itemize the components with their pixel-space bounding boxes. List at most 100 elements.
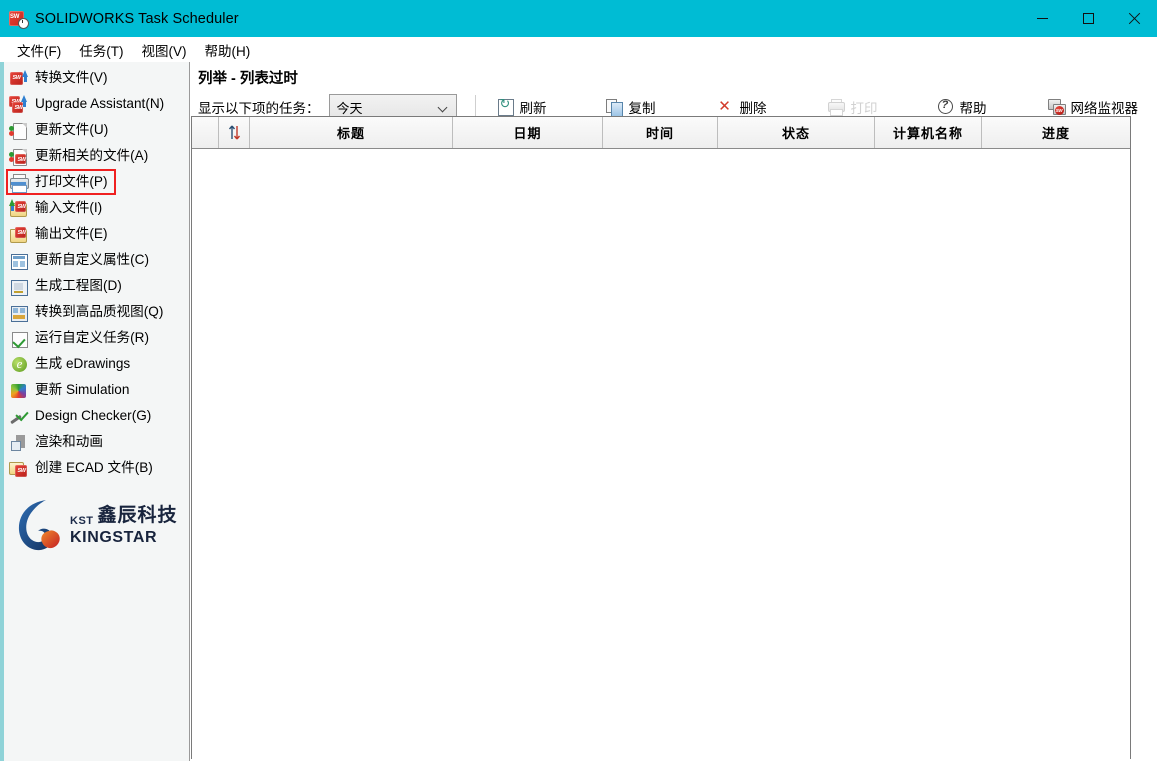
logo-abbrev: KST (70, 515, 94, 527)
col-sort[interactable] (219, 117, 250, 148)
menu-bar: 文件(F) 任务(T) 视图(V) 帮助(H) (0, 37, 1157, 62)
sidebar-item-create-drawings[interactable]: 生成工程图(D) (4, 273, 189, 299)
col-select[interactable] (192, 117, 219, 148)
sidebar-item-update-simulation[interactable]: 更新 Simulation (4, 377, 189, 403)
sidebar-label: 更新相关的文件(A) (35, 149, 148, 163)
table-header-row: 标题 日期 时间 状态 计算机名称 进度 (192, 117, 1130, 149)
filter-value: 今天 (337, 98, 363, 117)
window-controls (1019, 0, 1157, 37)
sidebar-label: 更新自定义属性(C) (35, 253, 149, 267)
sidebar-item-convert-high-quality-view[interactable]: 转换到高品质视图(Q) (4, 299, 189, 325)
copy-label: 复制 (629, 97, 656, 117)
help-question-icon (936, 98, 954, 116)
sidebar-label: 渲染和动画 (35, 435, 103, 449)
sidebar-item-convert-files[interactable]: 转换文件(V) (4, 65, 189, 91)
update-related-files-icon (9, 147, 28, 166)
logo-name-en: KINGSTAR (70, 529, 178, 547)
update-simulation-icon (9, 381, 28, 400)
create-ecad-files-icon (9, 459, 28, 478)
maximize-button[interactable] (1065, 0, 1111, 37)
maximize-icon (1083, 13, 1094, 24)
sidebar-list: 转换文件(V) Upgrade Assistant(N) 更新文件(U) (4, 62, 189, 481)
design-checker-icon (9, 407, 28, 426)
menu-file[interactable]: 文件(F) (8, 38, 70, 62)
menu-task[interactable]: 任务(T) (70, 38, 132, 62)
sidebar-label: 输出文件(E) (35, 227, 108, 241)
col-status[interactable]: 状态 (718, 117, 875, 148)
sidebar-label: Upgrade Assistant(N) (35, 97, 164, 111)
col-computer-name-label: 计算机名称 (893, 123, 963, 142)
minimize-button[interactable] (1019, 0, 1065, 37)
page-title: 列举 - 列表过时 (198, 67, 298, 88)
print-label: 打印 (851, 97, 878, 117)
sidebar-item-update-files[interactable]: 更新文件(U) (4, 117, 189, 143)
chevron-down-icon (439, 104, 447, 112)
sidebar-item-render-animation[interactable]: 渲染和动画 (4, 429, 189, 455)
upgrade-assistant-icon (9, 95, 28, 114)
sidebar-item-print-files[interactable]: 打印文件(P) (4, 169, 189, 195)
create-drawings-icon (9, 277, 28, 296)
sidebar-label: 输入文件(I) (35, 201, 102, 215)
table-body[interactable] (192, 149, 1130, 759)
minimize-icon (1037, 18, 1048, 19)
main-pane: 列举 - 列表过时 显示以下项的任务： 今天 刷新 复制 ✕ 删除 (190, 62, 1157, 761)
run-custom-task-icon (9, 329, 28, 348)
copy-icon (605, 98, 623, 116)
delete-x-icon: ✕ (716, 98, 734, 116)
filter-label: 显示以下项的任务： (198, 97, 320, 117)
sort-arrows-icon (228, 125, 241, 140)
import-files-icon (9, 199, 28, 218)
menu-view[interactable]: 视图(V) (133, 38, 196, 62)
col-title-label: 标题 (337, 123, 365, 142)
sidebar-item-run-custom-task[interactable]: 运行自定义任务(R) (4, 325, 189, 351)
col-status-label: 状态 (782, 123, 810, 142)
sidebar-label: 生成 eDrawings (35, 357, 130, 371)
sidebar-item-create-edrawings[interactable]: 生成 eDrawings (4, 351, 189, 377)
col-time-label: 时间 (646, 123, 674, 142)
kingstar-swirl-logo (16, 497, 68, 553)
col-date[interactable]: 日期 (453, 117, 603, 148)
update-custom-properties-icon (9, 251, 28, 270)
sidebar-label: 生成工程图(D) (35, 279, 122, 293)
col-progress-label: 进度 (1042, 123, 1070, 142)
sidebar-item-export-files[interactable]: 输出文件(E) (4, 221, 189, 247)
export-files-icon (9, 225, 28, 244)
sidebar-label: Design Checker(G) (35, 409, 151, 423)
sidebar-item-design-checker[interactable]: Design Checker(G) (4, 403, 189, 429)
print-files-icon (9, 173, 28, 192)
close-button[interactable] (1111, 0, 1157, 37)
convert-files-icon (9, 69, 28, 88)
sidebar-item-update-custom-properties[interactable]: 更新自定义属性(C) (4, 247, 189, 273)
col-title[interactable]: 标题 (250, 117, 453, 148)
sidebar-label: 创建 ECAD 文件(B) (35, 461, 153, 475)
title-bar: SOLIDWORKS Task Scheduler (0, 0, 1157, 37)
convert-high-quality-view-icon (9, 303, 28, 322)
refresh-label: 刷新 (520, 97, 547, 117)
window-title: SOLIDWORKS Task Scheduler (35, 11, 239, 27)
col-time[interactable]: 时间 (603, 117, 718, 148)
col-computer-name[interactable]: 计算机名称 (875, 117, 982, 148)
menu-help[interactable]: 帮助(H) (196, 38, 260, 62)
task-sidebar: 转换文件(V) Upgrade Assistant(N) 更新文件(U) (0, 62, 190, 761)
task-list: 标题 日期 时间 状态 计算机名称 进度 (191, 116, 1131, 759)
sidebar-item-update-related-files[interactable]: 更新相关的文件(A) (4, 143, 189, 169)
sidebar-label: 更新 Simulation (35, 383, 129, 397)
network-monitor-label: 网络监视器 (1071, 97, 1139, 117)
render-animation-icon (9, 433, 28, 452)
sidebar-label: 运行自定义任务(R) (35, 331, 149, 345)
logo-name-cn: 鑫辰科技 (98, 500, 178, 527)
sidebar-item-create-ecad-files[interactable]: 创建 ECAD 文件(B) (4, 455, 189, 481)
app-icon (9, 10, 27, 28)
col-date-label: 日期 (513, 123, 541, 142)
task-scheduler-window: SOLIDWORKS Task Scheduler 文件(F) 任务(T) 视图… (0, 0, 1157, 761)
help-label: 帮助 (960, 97, 987, 117)
sidebar-item-import-files[interactable]: 输入文件(I) (4, 195, 189, 221)
update-files-icon (9, 121, 28, 140)
network-monitor-icon (1047, 98, 1065, 116)
vendor-logo: KST 鑫辰科技 KINGSTAR (4, 490, 190, 560)
sidebar-item-upgrade-assistant[interactable]: Upgrade Assistant(N) (4, 91, 189, 117)
col-progress[interactable]: 进度 (982, 117, 1130, 148)
refresh-icon (496, 98, 514, 116)
close-icon (1128, 12, 1141, 25)
create-edrawings-icon (9, 355, 28, 374)
